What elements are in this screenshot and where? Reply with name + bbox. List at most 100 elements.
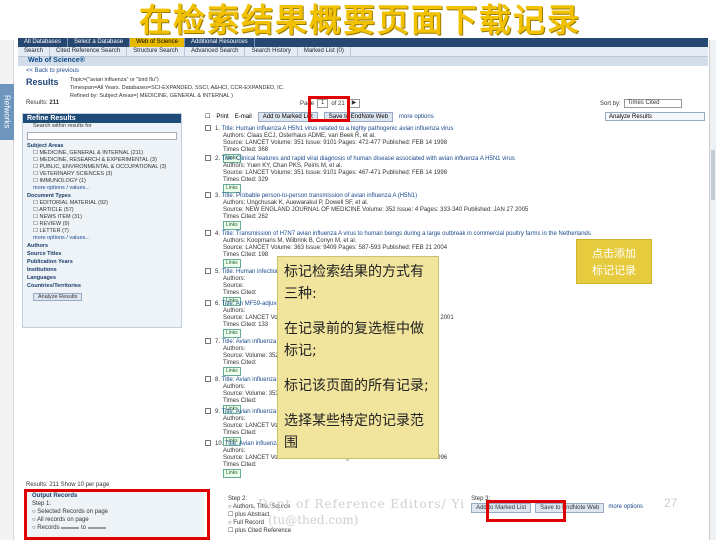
doc-type-label: EDITORIAL MATERIAL (92) [39,200,108,206]
links-button[interactable]: Links [223,367,241,376]
record-title[interactable]: Title: Human influenza A H5N1 virus rela… [222,126,454,132]
refine-heading: Refine Results [23,114,181,123]
brand-bar: Web of Science® [18,57,708,66]
nav-item-0[interactable]: Search [18,47,51,56]
subject-areas-heading[interactable]: Subject Areas [23,142,181,150]
subject-option[interactable]: ☐ VETERINARY SCIENCES (3) [23,171,181,178]
nav-item-2[interactable]: Structure Search [127,47,186,56]
record-checkbox[interactable] [205,300,211,306]
tab-3[interactable]: Additional Resources [185,38,255,47]
doc-type-option[interactable]: ☐ ARTICLE (57) [23,207,181,214]
tab-1[interactable]: Select a Database [68,38,131,47]
explanation-p2: 在记录前的复选框中做标记; [284,321,424,359]
subject-option[interactable]: ☐ PUBLIC, ENVIRONMENTAL & OCCUPATIONAL (… [23,164,181,171]
record-number: 5. [215,269,221,275]
nav-item-3[interactable]: Advanced Search [185,47,246,56]
query-text: Topic=("avian influenza" or "bird flu") [70,77,159,83]
bottom-more[interactable]: more options [608,503,643,513]
record-number: 7. [215,339,221,345]
record-number: 8. [215,377,221,383]
links-button[interactable]: Links [223,329,241,338]
record-checkbox[interactable] [205,125,211,131]
email-button[interactable]: E-mail [235,114,252,120]
refine-section[interactable]: Source Titles [23,250,181,258]
search-nav: Search Cited Reference Search Structure Se… [18,47,708,57]
record-checkbox[interactable] [205,230,211,236]
subject-option[interactable]: ☐ MEDICINE, GENERAL & INTERNAL (211) [23,150,181,157]
gold-tooltip: 点击添加 标记记录 [576,239,652,284]
tab-0[interactable]: All Databases [18,38,69,47]
record-title[interactable]: Title: Probable person-to-person transmi… [222,193,418,199]
explanation-p4: 选择某些特定的记录范围 [284,413,424,451]
subject-option-label: MEDICINE, RESEARCH & EXPERIMENTAL (3) [39,157,157,163]
analyze-results-button[interactable]: Analyze Results [605,112,705,121]
doc-type-option[interactable]: ☐ EDITORIAL MATERIAL (92) [23,200,181,207]
record-checkbox[interactable] [205,268,211,274]
scroll-thumb[interactable] [711,150,715,200]
record-checkbox[interactable] [205,376,211,382]
links-button[interactable]: Links [223,259,241,268]
format-4[interactable]: ☐ plus Cited Reference [228,527,291,535]
refine-section[interactable]: Institutions [23,266,181,274]
subject-option[interactable]: ☐ IMMUNOLOGY (1) [23,178,181,185]
slide: 在检索结果概要页面下载记录 Refworks All Databases Sele… [0,0,720,540]
subject-option[interactable]: ☐ MEDICINE, RESEARCH & EXPERIMENTAL (3) [23,157,181,164]
print-button[interactable]: Print [216,114,228,120]
doc-types-heading[interactable]: Document Types [23,192,181,200]
nav-item-5[interactable]: Marked List (0) [298,47,351,56]
nav-item-4[interactable]: Search History [245,47,298,56]
record-checkbox[interactable] [205,338,211,344]
more-subject-link[interactable]: more options / values... [23,185,181,192]
record-authors: Authors: Ungchusak K, Auewarakul P, Dowe… [223,200,369,206]
record-cited: Times Cited: 368 [223,147,269,153]
footer-line1: Dept of Reference Editors/ Yi [258,497,466,511]
refine-section[interactable]: Publication Years [23,258,181,266]
doc-type-label: REVIEW (9) [39,221,70,227]
record-number: 9. [215,409,221,415]
back-link[interactable]: << Back to previous [26,68,79,74]
links-button[interactable]: Links [223,221,241,230]
vertical-scrollbar[interactable] [709,40,716,540]
tab-2[interactable]: Web of Science [130,38,185,47]
footer-line2: (tu@thed.com) [268,513,359,527]
query-summary: Topic=("avian influenza" or "bird flu") … [70,76,284,100]
analyze-button-left[interactable]: Analyze Results [23,293,181,301]
refworks-tab[interactable]: Refworks [0,84,14,140]
more-doc-link[interactable]: more options / values... [23,235,181,242]
refine-section[interactable]: Authors [23,242,181,250]
more-options-link[interactable]: more options [399,114,434,120]
nav-item-1[interactable]: Cited Reference Search [50,47,128,56]
record-title[interactable]: Title: Clinical features and rapid viral… [222,156,515,162]
search-within-input[interactable] [27,132,177,140]
subject-option-label: VETERINARY SCIENCES (3) [39,171,113,177]
record-number: 10. [215,441,224,447]
refine-section[interactable]: Languages [23,274,181,282]
sort-select[interactable]: Times Cited [623,99,682,108]
record-checkbox[interactable] [205,440,211,446]
record-checkbox[interactable] [205,408,211,414]
links-button[interactable]: Links [223,469,241,478]
doc-type-label: NEWS ITEM (31) [39,214,82,220]
select-all-checkbox[interactable]: ☐ [205,113,210,120]
refine-panel: Refine Results Search within results for… [22,113,182,328]
record-title[interactable]: Title: Transmission of H7N7 avian influe… [222,231,591,237]
highlight-page-select [308,96,350,122]
refine-section[interactable]: Countries/Territories [23,282,181,290]
sort-control: Sort by: Times Cited [600,99,682,108]
tooltip-line1: 点击添加 [592,247,636,260]
record-number: 4. [215,231,221,237]
record-links: Links [205,469,705,478]
doc-type-option[interactable]: ☐ NEWS ITEM (31) [23,214,181,221]
result-record: 2. Title: Clinical features and rapid vi… [205,155,705,193]
result-count: Results: 211 [26,100,59,106]
highlight-add-marked [486,500,566,522]
record-checkbox[interactable] [205,192,211,198]
explanation-p3: 标记该页面的所有记录; [284,378,429,394]
results-count-label: Results: [26,100,48,106]
doc-type-option[interactable]: ☐ LETTER (7) [23,228,181,235]
explanation-box: 标记检索结果的方式有三种: 在记录前的复选框中做标记; 标记该页面的所有记录; … [277,256,439,459]
record-source: Source: LANCET Volume: 351 Issue: 9101 P… [223,140,448,146]
record-checkbox[interactable] [205,155,211,161]
record-cited: Times Cited: 262 [223,214,269,220]
doc-type-option[interactable]: ☐ REVIEW (9) [23,221,181,228]
